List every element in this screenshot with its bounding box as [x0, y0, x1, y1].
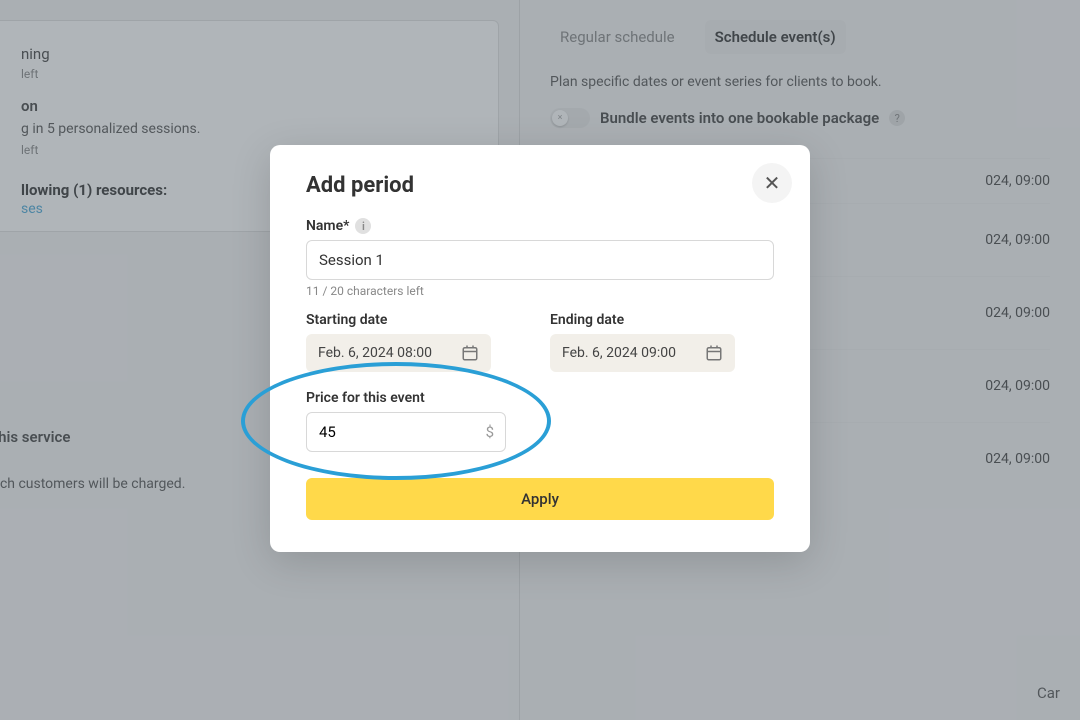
price-label: Price for this event	[306, 390, 774, 406]
name-label: Name* i	[306, 218, 774, 234]
ending-date-label: Ending date	[550, 312, 774, 328]
add-period-modal: Add period ✕ Name* i 11 / 20 characters …	[270, 145, 810, 552]
modal-title: Add period	[306, 173, 774, 198]
currency-symbol: $	[486, 423, 494, 441]
name-label-text: Name*	[306, 218, 349, 234]
calendar-icon	[705, 344, 723, 362]
name-input[interactable]	[306, 240, 774, 280]
char-count: 11 / 20 characters left	[306, 284, 774, 298]
starting-date-picker[interactable]: Feb. 6, 2024 08:00	[306, 334, 491, 372]
price-input[interactable]	[306, 412, 506, 452]
modal-overlay: Add period ✕ Name* i 11 / 20 characters …	[0, 0, 1080, 720]
close-icon: ✕	[764, 171, 781, 195]
starting-date-value: Feb. 6, 2024 08:00	[318, 345, 432, 361]
ending-date-value: Feb. 6, 2024 09:00	[562, 345, 676, 361]
ending-date-picker[interactable]: Feb. 6, 2024 09:00	[550, 334, 735, 372]
starting-date-label: Starting date	[306, 312, 530, 328]
apply-button[interactable]: Apply	[306, 478, 774, 520]
info-icon[interactable]: i	[355, 218, 371, 234]
close-button[interactable]: ✕	[752, 163, 792, 203]
calendar-icon	[461, 344, 479, 362]
